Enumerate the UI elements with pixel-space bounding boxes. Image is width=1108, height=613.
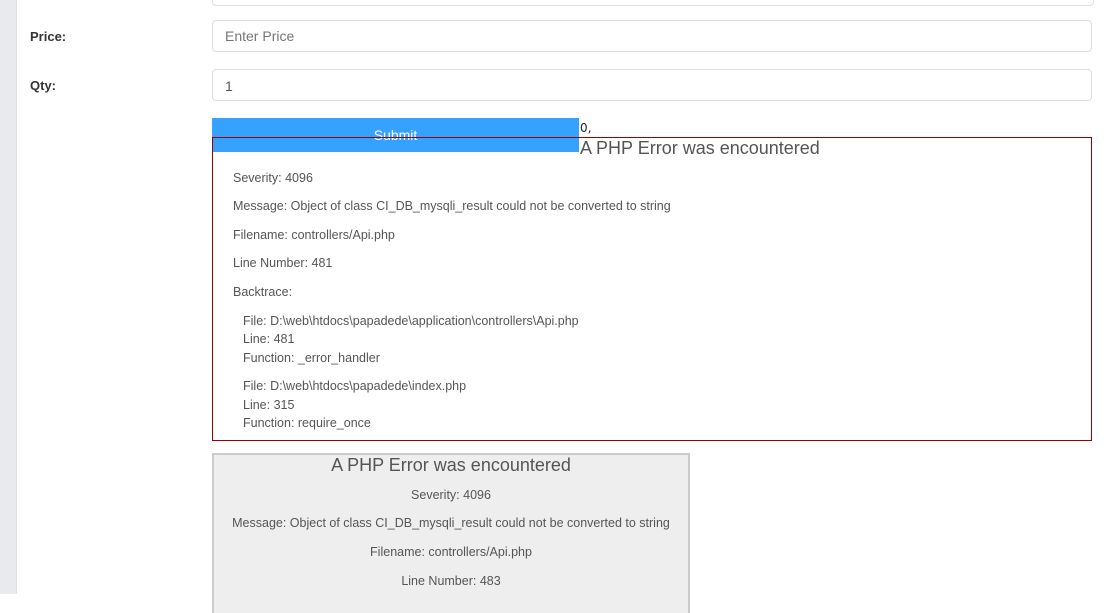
price-label: Price: bbox=[30, 29, 67, 44]
backtrace-line: Line: 315 bbox=[243, 398, 295, 412]
error-filename-secondary: Filename: controllers/Api.php bbox=[370, 545, 532, 559]
error-filename: Filename: controllers/Api.php bbox=[233, 228, 395, 242]
previous-input-field[interactable] bbox=[212, 0, 1094, 6]
error-backtrace-label: Backtrace: bbox=[233, 285, 293, 299]
error-message-secondary: Message: Object of class CI_DB_mysqli_re… bbox=[232, 516, 670, 530]
qty-label: Qty: bbox=[30, 78, 56, 93]
php-error-box-secondary bbox=[212, 453, 690, 613]
left-sidebar-edge bbox=[0, 0, 17, 594]
qty-input[interactable]: 1 bbox=[212, 69, 1092, 101]
raw-output-text: 0, bbox=[580, 121, 592, 135]
backtrace-file: File: D:\web\htdocs\papadede\index.php bbox=[243, 379, 467, 393]
error-line-number-secondary: Line Number: 483 bbox=[401, 574, 501, 588]
backtrace-file: File: D:\web\htdocs\papadede\application… bbox=[243, 314, 579, 328]
backtrace-line: Line: 481 bbox=[243, 332, 295, 346]
error-severity-secondary: Severity: 4096 bbox=[411, 488, 491, 502]
error-severity: Severity: 4096 bbox=[233, 171, 313, 185]
php-error-box bbox=[212, 137, 1092, 441]
backtrace-function: Function: require_once bbox=[243, 416, 371, 430]
price-input[interactable] bbox=[212, 20, 1092, 52]
error-message: Message: Object of class CI_DB_mysqli_re… bbox=[233, 199, 671, 213]
php-error-heading: A PHP Error was encountered bbox=[580, 138, 820, 158]
php-error-heading-secondary: A PHP Error was encountered bbox=[331, 455, 571, 475]
error-line-number: Line Number: 481 bbox=[233, 256, 333, 270]
backtrace-function: Function: _error_handler bbox=[243, 351, 380, 365]
